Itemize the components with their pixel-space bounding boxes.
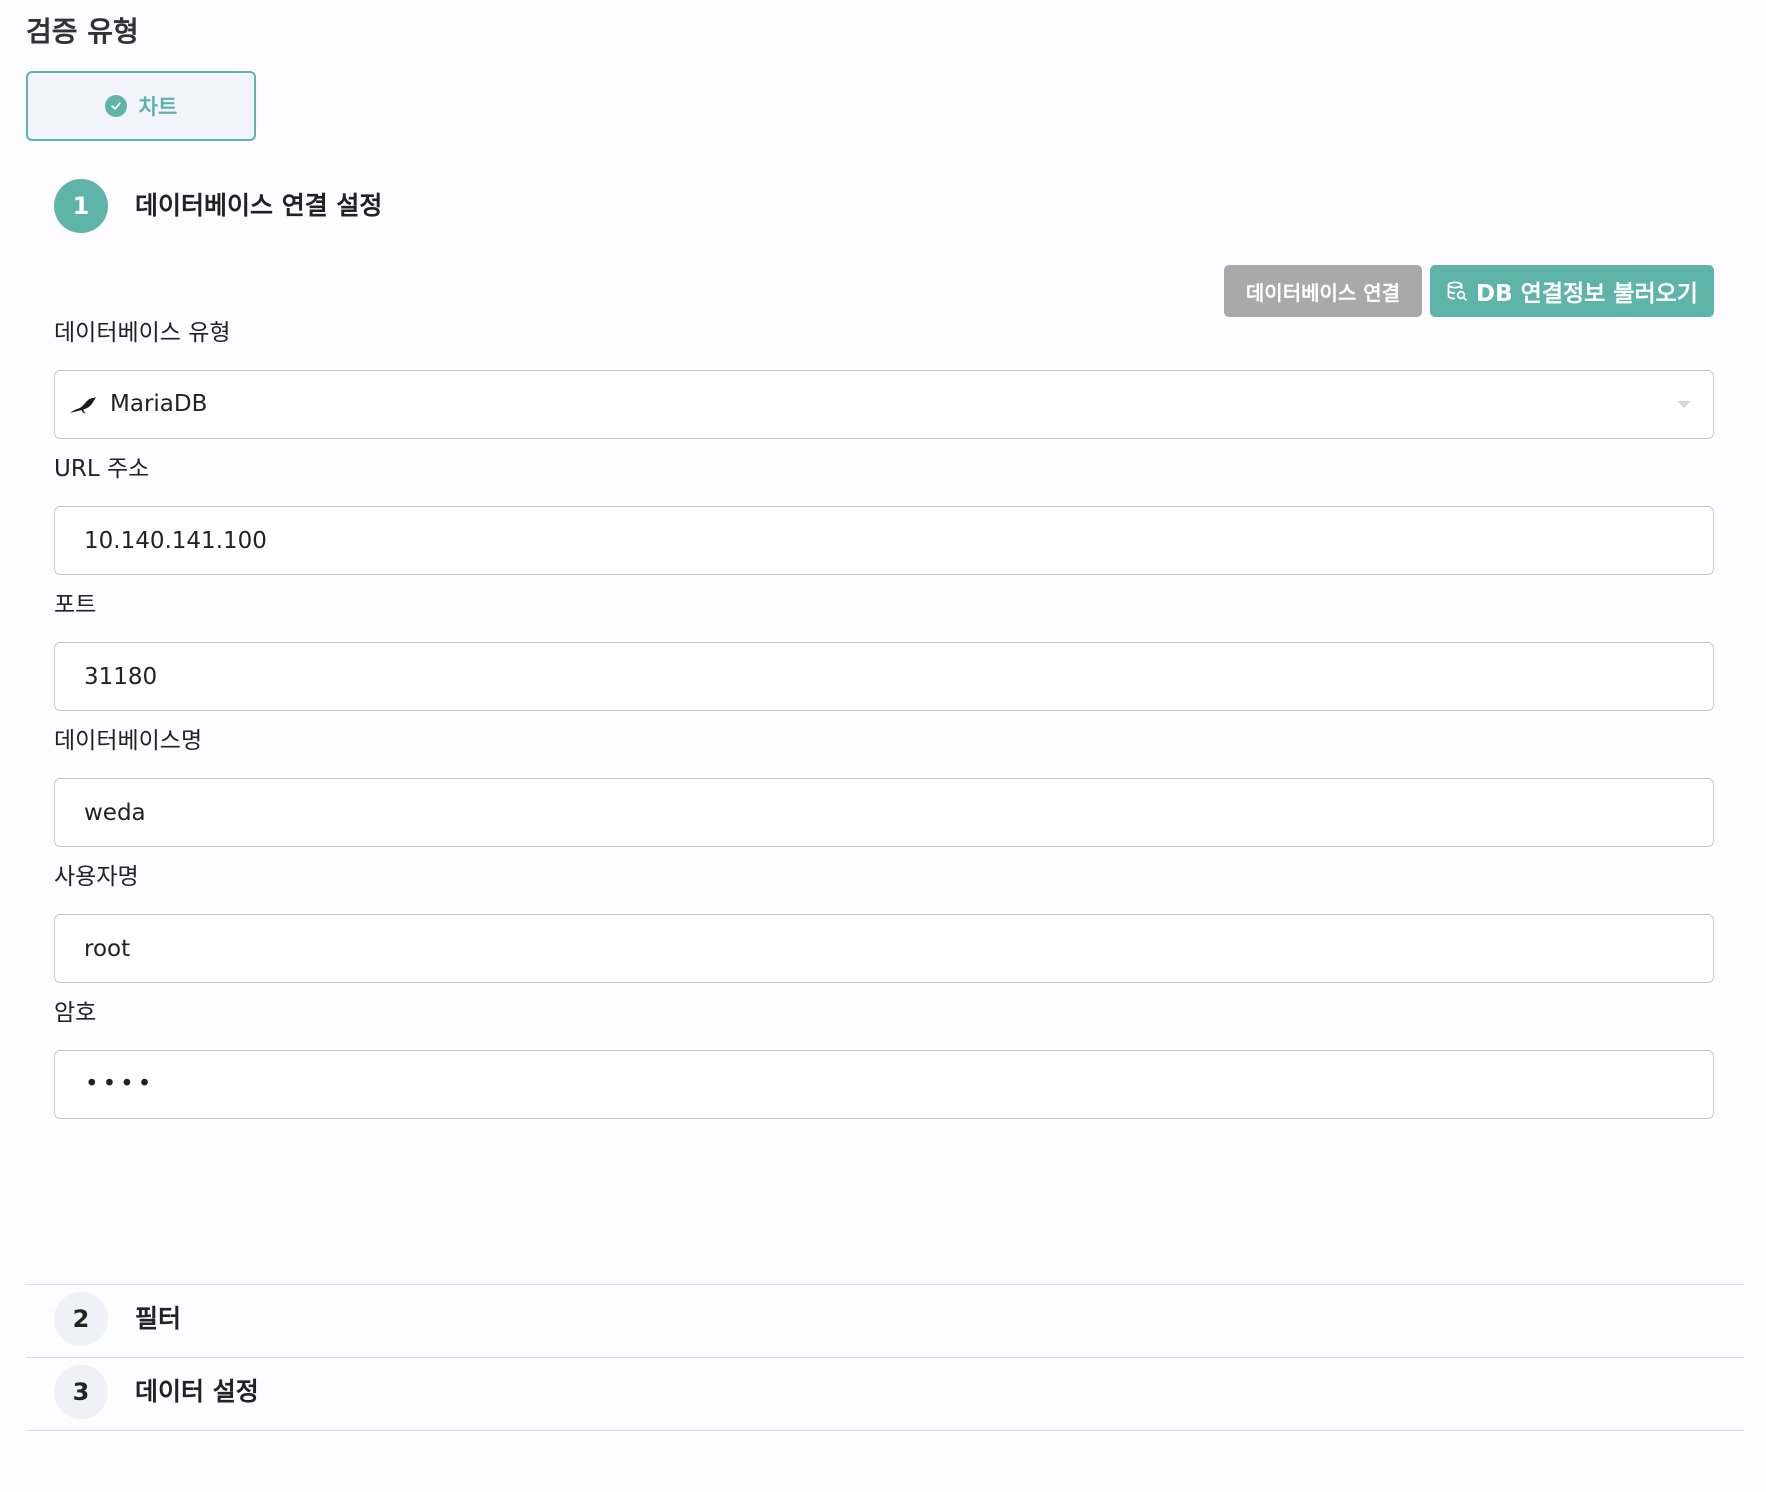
username-field-box [54,914,1714,983]
url-label: URL 주소 [54,456,150,482]
check-circle-icon [104,95,127,117]
password-masked-value: •••• [85,1071,156,1097]
mariadb-seal-icon [69,393,97,417]
port-label: 포트 [54,592,97,618]
db-type-label: 데이터베이스 유형 [54,320,231,346]
validation-settings-page: 검증 유형 차트 1 데이터베이스 연결 설정 데이터베이스 연결 DB 연결정… [0,0,1766,1492]
port-field-box [54,642,1714,711]
step-1-number: 1 [54,179,108,233]
url-input[interactable] [55,507,1713,574]
step-3-number: 3 [54,1365,108,1419]
load-db-info-button[interactable]: DB 연결정보 불러오기 [1430,265,1714,317]
step-3-title: 데이터 설정 [135,1377,259,1406]
username-input[interactable] [55,915,1713,982]
step-1-title: 데이터베이스 연결 설정 [135,191,383,220]
chevron-down-icon [1677,401,1691,408]
url-field-box [54,506,1714,575]
connect-database-button[interactable]: 데이터베이스 연결 [1224,265,1422,317]
db-name-label: 데이터베이스명 [54,728,203,754]
divider [26,1284,1744,1285]
db-name-input[interactable] [55,779,1713,846]
username-label: 사용자명 [54,864,139,890]
step-2-number: 2 [54,1292,108,1346]
divider [26,1357,1744,1358]
password-label: 암호 [54,1000,97,1026]
load-db-info-label: DB 연결정보 불러오기 [1476,281,1698,307]
port-input[interactable] [55,643,1713,710]
password-field[interactable]: •••• [54,1050,1714,1119]
divider [26,1430,1744,1431]
db-name-field-box [54,778,1714,847]
chart-type-chip[interactable]: 차트 [26,71,256,141]
db-type-select[interactable]: MariaDB [54,370,1714,439]
verification-type-title: 검증 유형 [26,15,139,48]
database-search-icon [1446,280,1468,302]
db-type-value: MariaDB [110,391,208,417]
chart-type-label: 차트 [138,95,178,119]
step-2-title: 필터 [135,1304,182,1333]
